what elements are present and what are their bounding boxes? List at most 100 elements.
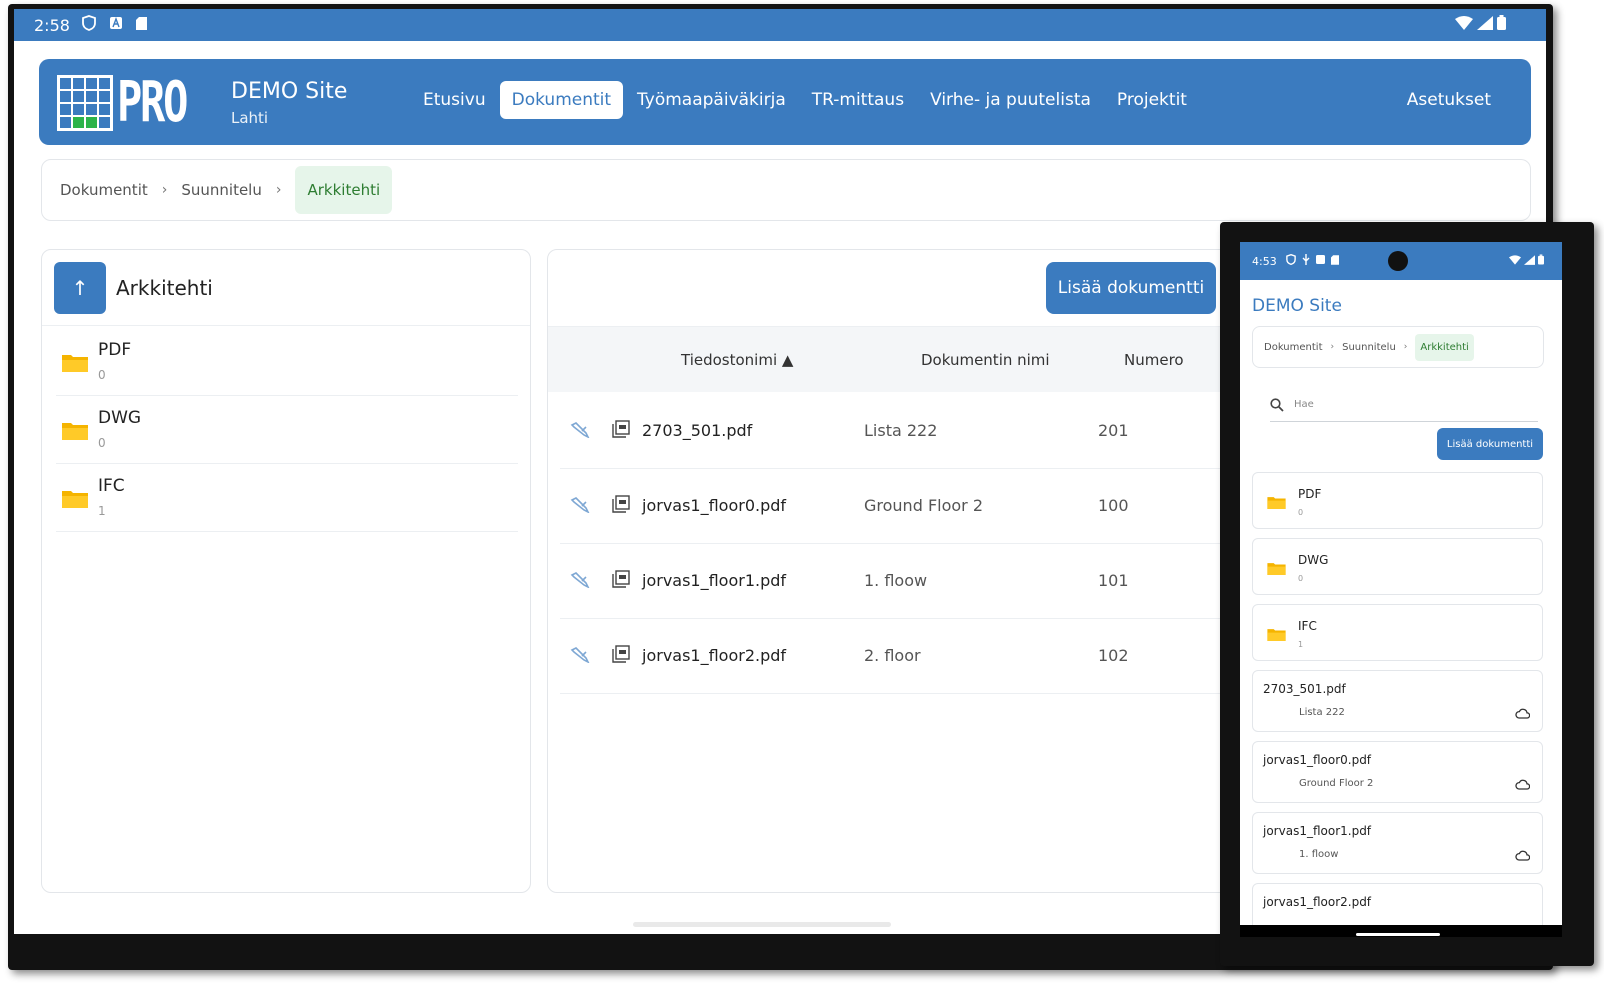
- breadcrumb-item-dokumentit[interactable]: Dokumentit: [60, 181, 148, 199]
- logo-grid-icon: [57, 75, 113, 131]
- phone-site-name: DEMO Site: [1252, 296, 1342, 316]
- breadcrumb-item-suunnitelu[interactable]: Suunnitelu: [1342, 342, 1396, 353]
- usb-icon: [1302, 254, 1310, 265]
- pdf-file-icon: [612, 495, 630, 513]
- cloud-icon[interactable]: [1515, 779, 1530, 790]
- arrow-up-icon: ↑: [71, 276, 89, 300]
- document-filename[interactable]: 2703_501.pdf: [642, 421, 752, 440]
- font-a-icon: [1316, 255, 1325, 264]
- folder-count: 0: [1298, 508, 1304, 517]
- breadcrumb: Dokumentit › Suunnitelu › Arkkitehti: [41, 159, 1531, 221]
- wrench-icon[interactable]: [570, 647, 590, 663]
- nav-settings[interactable]: Asetukset: [1407, 90, 1491, 110]
- nav-tyomaapaivakirja[interactable]: Työmaapäiväkirja: [625, 81, 798, 119]
- signal-icon: [1524, 254, 1535, 265]
- cloud-icon[interactable]: [1515, 850, 1530, 861]
- document-filename[interactable]: jorvas1_floor0.pdf: [642, 496, 786, 515]
- document-card[interactable]: jorvas1_floor0.pdf Ground Floor 2: [1252, 741, 1543, 803]
- phone-device: 4:53 DEMO Site Dokumentit › Suunnitelu ›…: [1220, 222, 1594, 966]
- document-filename: jorvas1_floor2.pdf: [1263, 895, 1372, 909]
- document-name: 2. floor: [864, 646, 921, 665]
- folder-icon: [62, 491, 88, 508]
- breadcrumb-item-dokumentit[interactable]: Dokumentit: [1264, 342, 1323, 353]
- phone-screen: 4:53 DEMO Site Dokumentit › Suunnitelu ›…: [1240, 242, 1562, 937]
- folder-item-ifc[interactable]: IFC 1: [56, 462, 518, 532]
- screenshot-stage: 2:58 PRO DEMO Site Lahti Etusivu Dokumen…: [0, 0, 1604, 996]
- table-row[interactable]: 2703_501.pdf Lista 222 201: [560, 394, 1246, 469]
- wrench-icon[interactable]: [570, 422, 590, 438]
- wrench-icon[interactable]: [570, 572, 590, 588]
- column-header-number[interactable]: Numero: [1124, 351, 1184, 369]
- folder-name: IFC: [98, 476, 125, 496]
- folder-icon: [1267, 629, 1286, 641]
- folder-up-button[interactable]: ↑: [54, 262, 106, 314]
- folder-item-pdf[interactable]: PDF 0: [1252, 472, 1543, 529]
- pdf-file-icon: [612, 420, 630, 438]
- document-filename[interactable]: jorvas1_floor1.pdf: [642, 571, 786, 590]
- document-filename[interactable]: jorvas1_floor2.pdf: [642, 646, 786, 665]
- battery-icon: [1538, 254, 1544, 265]
- add-document-button[interactable]: Lisää dokumentti: [1437, 428, 1543, 460]
- font-a-icon: [110, 17, 122, 29]
- document-number: 102: [1098, 646, 1129, 665]
- folder-name: PDF: [98, 340, 132, 360]
- folder-panel-title: Arkkitehti: [116, 276, 213, 300]
- breadcrumb-item-suunnitelu[interactable]: Suunnitelu: [181, 181, 262, 199]
- tablet-home-indicator[interactable]: [633, 922, 891, 927]
- document-name: Ground Floor 2: [1299, 778, 1374, 789]
- shield-icon: [1286, 254, 1296, 265]
- wifi-icon: [1455, 15, 1473, 30]
- documents-panel: Lisää dokumentti Tiedostonimi ▲ Dokument…: [547, 249, 1247, 893]
- cloud-icon[interactable]: [1515, 708, 1530, 719]
- documents-table-header: Tiedostonimi ▲ Dokumentin nimi Numero: [548, 326, 1246, 392]
- phone-home-indicator[interactable]: [1356, 933, 1440, 936]
- breadcrumb-item-arkkitehti: Arkkitehti: [1415, 333, 1474, 361]
- folder-icon: [1267, 563, 1286, 575]
- table-row[interactable]: jorvas1_floor1.pdf 1. floow 101: [560, 544, 1246, 619]
- add-document-button[interactable]: Lisää dokumentti: [1046, 262, 1216, 314]
- document-number: 100: [1098, 496, 1129, 515]
- folder-name: DWG: [98, 408, 142, 428]
- folder-icon: [62, 423, 88, 440]
- document-number: 101: [1098, 571, 1129, 590]
- folder-count: 1: [98, 504, 106, 518]
- breadcrumb-separator: ›: [161, 182, 168, 198]
- status-time: 4:53: [1252, 255, 1277, 268]
- tablet-status-bar: 2:58: [14, 9, 1546, 41]
- wrench-icon[interactable]: [570, 497, 590, 513]
- column-header-filename[interactable]: Tiedostonimi ▲: [681, 351, 793, 369]
- document-card[interactable]: 2703_501.pdf Lista 222: [1252, 670, 1543, 732]
- document-name: 1. floow: [864, 571, 928, 590]
- front-camera: [1388, 251, 1408, 271]
- folder-count: 1: [1298, 640, 1304, 649]
- document-filename: 2703_501.pdf: [1263, 682, 1346, 696]
- folder-icon: [62, 355, 88, 372]
- folder-panel: ↑ Arkkitehti PDF 0 DWG 0 IFC 1: [41, 249, 531, 893]
- signal-icon: [1477, 15, 1493, 30]
- table-row[interactable]: jorvas1_floor0.pdf Ground Floor 2 100: [560, 469, 1246, 544]
- nav-projektit[interactable]: Projektit: [1105, 81, 1199, 119]
- nav-links: Etusivu Dokumentit Työmaapäiväkirja TR-m…: [411, 81, 1199, 119]
- sd-card-icon: [1331, 254, 1339, 265]
- nav-etusivu[interactable]: Etusivu: [411, 81, 498, 119]
- folder-name: DWG: [1298, 553, 1329, 567]
- search-icon: [1270, 398, 1284, 412]
- top-navbar: PRO DEMO Site Lahti Etusivu Dokumentit T…: [39, 59, 1531, 145]
- pdf-file-icon: [612, 570, 630, 588]
- folder-item-pdf[interactable]: PDF 0: [56, 326, 518, 396]
- nav-dokumentit[interactable]: Dokumentit: [499, 81, 624, 119]
- column-header-docname[interactable]: Dokumentin nimi: [921, 351, 1050, 369]
- table-row[interactable]: jorvas1_floor2.pdf 2. floor 102: [560, 619, 1246, 694]
- nav-virhe-ja-puutelista[interactable]: Virhe- ja puutelista: [918, 81, 1103, 119]
- document-card[interactable]: jorvas1_floor1.pdf 1. floow: [1252, 812, 1543, 874]
- nav-tr-mittaus[interactable]: TR-mittaus: [800, 81, 916, 119]
- status-left-icons: [1286, 254, 1339, 265]
- folder-item-dwg[interactable]: DWG 0: [56, 394, 518, 464]
- site-city: Lahti: [231, 109, 269, 127]
- logo-text: PRO: [117, 70, 188, 135]
- status-time: 2:58: [34, 16, 70, 35]
- search-input[interactable]: [1294, 399, 1530, 410]
- document-name: 1. floow: [1299, 849, 1339, 860]
- folder-item-dwg[interactable]: DWG 0: [1252, 538, 1543, 595]
- folder-item-ifc[interactable]: IFC 1: [1252, 604, 1543, 661]
